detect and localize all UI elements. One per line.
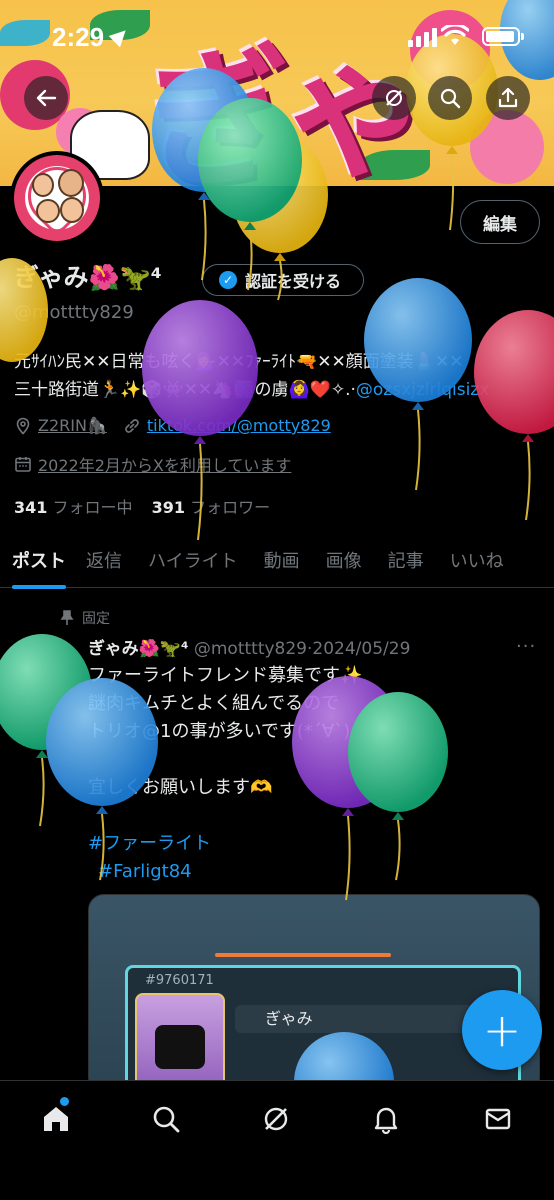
avatar-face xyxy=(58,169,84,197)
tab-highlights[interactable]: ハイライト xyxy=(148,532,238,588)
get-verified-button[interactable]: ✓ 認証を受ける xyxy=(202,264,364,296)
battery-icon xyxy=(482,27,524,46)
tab-likes[interactable]: いいね xyxy=(450,532,504,588)
share-icon xyxy=(498,87,518,108)
avatar-image xyxy=(14,155,100,241)
website-link[interactable]: tiktok.com/@motty829 xyxy=(147,416,331,435)
display-name: ぎゃみ🌺🦖⁴ xyxy=(14,263,162,292)
grok-icon xyxy=(386,90,402,106)
media-cat-icon xyxy=(155,1025,205,1069)
grok-icon xyxy=(264,1107,288,1131)
pinned-indicator: 固定 xyxy=(60,608,110,628)
post-date[interactable]: 2024/05/29 xyxy=(312,639,410,659)
followers-count: 391 xyxy=(151,498,186,517)
followers-label: フォロワー xyxy=(190,498,271,517)
avatar-heart xyxy=(15,155,99,238)
bio-text: 三十路街道🏃✨🎲👾✕✕🦄🎆の虜🙆‍♀️❤️✧.· xyxy=(14,380,356,400)
signal-icon xyxy=(408,28,437,47)
nav-home[interactable] xyxy=(36,1097,76,1139)
post-line: 宜しくお願いします🫶 xyxy=(88,777,273,798)
pinned-label: 固定 xyxy=(82,611,110,627)
profile-meta-row: Z2RIN🦍 tiktok.com/@motty829 xyxy=(14,416,331,435)
joined-date: 2022年2月からXを利用しています xyxy=(38,456,292,475)
profile-meta-row: 2022年2月からXを利用しています xyxy=(14,452,291,476)
mail-icon xyxy=(485,1108,511,1130)
calendar-icon xyxy=(15,457,31,472)
following-count: 341 xyxy=(14,498,48,517)
post-line: トリオ@1の事が多いです(*´∀`) xyxy=(88,721,351,742)
bell-icon xyxy=(374,1107,398,1134)
nav-grok[interactable] xyxy=(256,1099,296,1139)
post-more-button[interactable]: ··· xyxy=(516,636,536,657)
followers-link[interactable]: 391 フォロワー xyxy=(152,498,271,517)
verified-badge-icon: ✓ xyxy=(219,271,237,289)
nav-messages[interactable] xyxy=(478,1099,518,1139)
get-verified-label: 認証を受ける xyxy=(245,272,342,291)
media-accent-bar xyxy=(215,953,391,957)
tab-videos[interactable]: 動画 xyxy=(264,532,300,588)
compose-post-button[interactable]: + xyxy=(462,990,542,1070)
avatar-face xyxy=(60,197,84,223)
edit-profile-button[interactable]: 編集 xyxy=(460,200,540,244)
search-icon xyxy=(153,1106,180,1133)
search-button[interactable] xyxy=(428,76,472,120)
tab-replies[interactable]: 返信 xyxy=(86,532,122,588)
post-line xyxy=(88,746,528,774)
location-text: Z2RIN🦍 xyxy=(38,416,107,435)
link-icon xyxy=(125,418,139,433)
tab-images[interactable]: 画像 xyxy=(326,532,362,588)
bio-line: 三十路街道🏃✨🎲👾✕✕🦄🎆の虜🙆‍♀️❤️✧.·@ozsxjzlrlqisizx xyxy=(14,376,544,404)
balloon-red xyxy=(474,310,554,521)
media-username: ぎゃみ xyxy=(235,1005,475,1033)
post-body[interactable]: ファーライトフレンド募集です✨ 謎肉キムチとよく組んでるので トリオ@1の事が多… xyxy=(88,662,528,886)
post-line: ファーライトフレンド募集です✨ xyxy=(88,665,363,686)
media-id-text: #9760171 xyxy=(145,973,214,988)
map-pin-icon xyxy=(16,417,30,435)
tab-posts[interactable]: ポスト xyxy=(12,532,66,589)
arrow-left-icon xyxy=(36,89,57,107)
bio-line: 元ｻｲﾊﾝ民✕✕日常も呟く💁‍♀️✕✕ﾌｧｰﾗｲﾄ🔫✕✕顔面塗装💄✕✕ xyxy=(14,352,464,372)
profile-bio: 元ｻｲﾊﾝ民✕✕日常も呟く💁‍♀️✕✕ﾌｧｰﾗｲﾄ🔫✕✕顔面塗装💄✕✕ 三十路街… xyxy=(14,348,544,404)
following-link[interactable]: 341 フォロー中 xyxy=(14,498,133,517)
home-icon xyxy=(44,1107,68,1131)
post-line: 謎肉キムチとよく組んでるので xyxy=(88,693,340,714)
notification-dot xyxy=(60,1097,69,1106)
pin-icon xyxy=(60,610,74,625)
balloon-green xyxy=(0,634,92,827)
hashtag-link[interactable]: #Farligt84 xyxy=(88,858,528,886)
follow-stats: 341 フォロー中 391 フォロワー xyxy=(14,494,270,518)
post-author-name[interactable]: ぎゃみ🌺🦖⁴ xyxy=(88,639,188,659)
bio-mention-link[interactable]: @ozsxjzlrlqisizx xyxy=(356,380,489,400)
profile-tabs: ポスト 返信 ハイライト 動画 画像 記事 いいね xyxy=(0,532,554,589)
share-button[interactable] xyxy=(486,76,530,120)
nav-notifications[interactable] xyxy=(366,1099,406,1139)
following-label: フォロー中 xyxy=(52,498,133,517)
hashtag-link[interactable]: #ファーライト xyxy=(88,830,528,858)
avatar-face xyxy=(32,173,54,197)
wifi-icon xyxy=(441,25,469,45)
tab-articles[interactable]: 記事 xyxy=(388,532,424,588)
user-handle: @motttty829 xyxy=(14,302,134,323)
post-header: ぎゃみ🌺🦖⁴ @motttty829·2024/05/29 xyxy=(88,634,410,659)
profile-avatar[interactable] xyxy=(10,151,104,245)
grok-button[interactable] xyxy=(372,76,416,120)
post-line xyxy=(88,802,528,830)
status-bar: 2:29 xyxy=(0,0,554,70)
bottom-navigation xyxy=(0,1080,554,1200)
location-arrow-icon xyxy=(108,24,132,48)
nav-explore[interactable] xyxy=(146,1099,186,1139)
post-author-handle[interactable]: @motttty829 xyxy=(194,639,307,659)
back-button[interactable] xyxy=(24,76,68,120)
avatar-face xyxy=(36,199,60,223)
post-media[interactable]: #9760171 ぎゃみ xyxy=(88,894,540,1094)
search-icon xyxy=(440,88,461,109)
status-time: 2:29 xyxy=(52,22,105,52)
